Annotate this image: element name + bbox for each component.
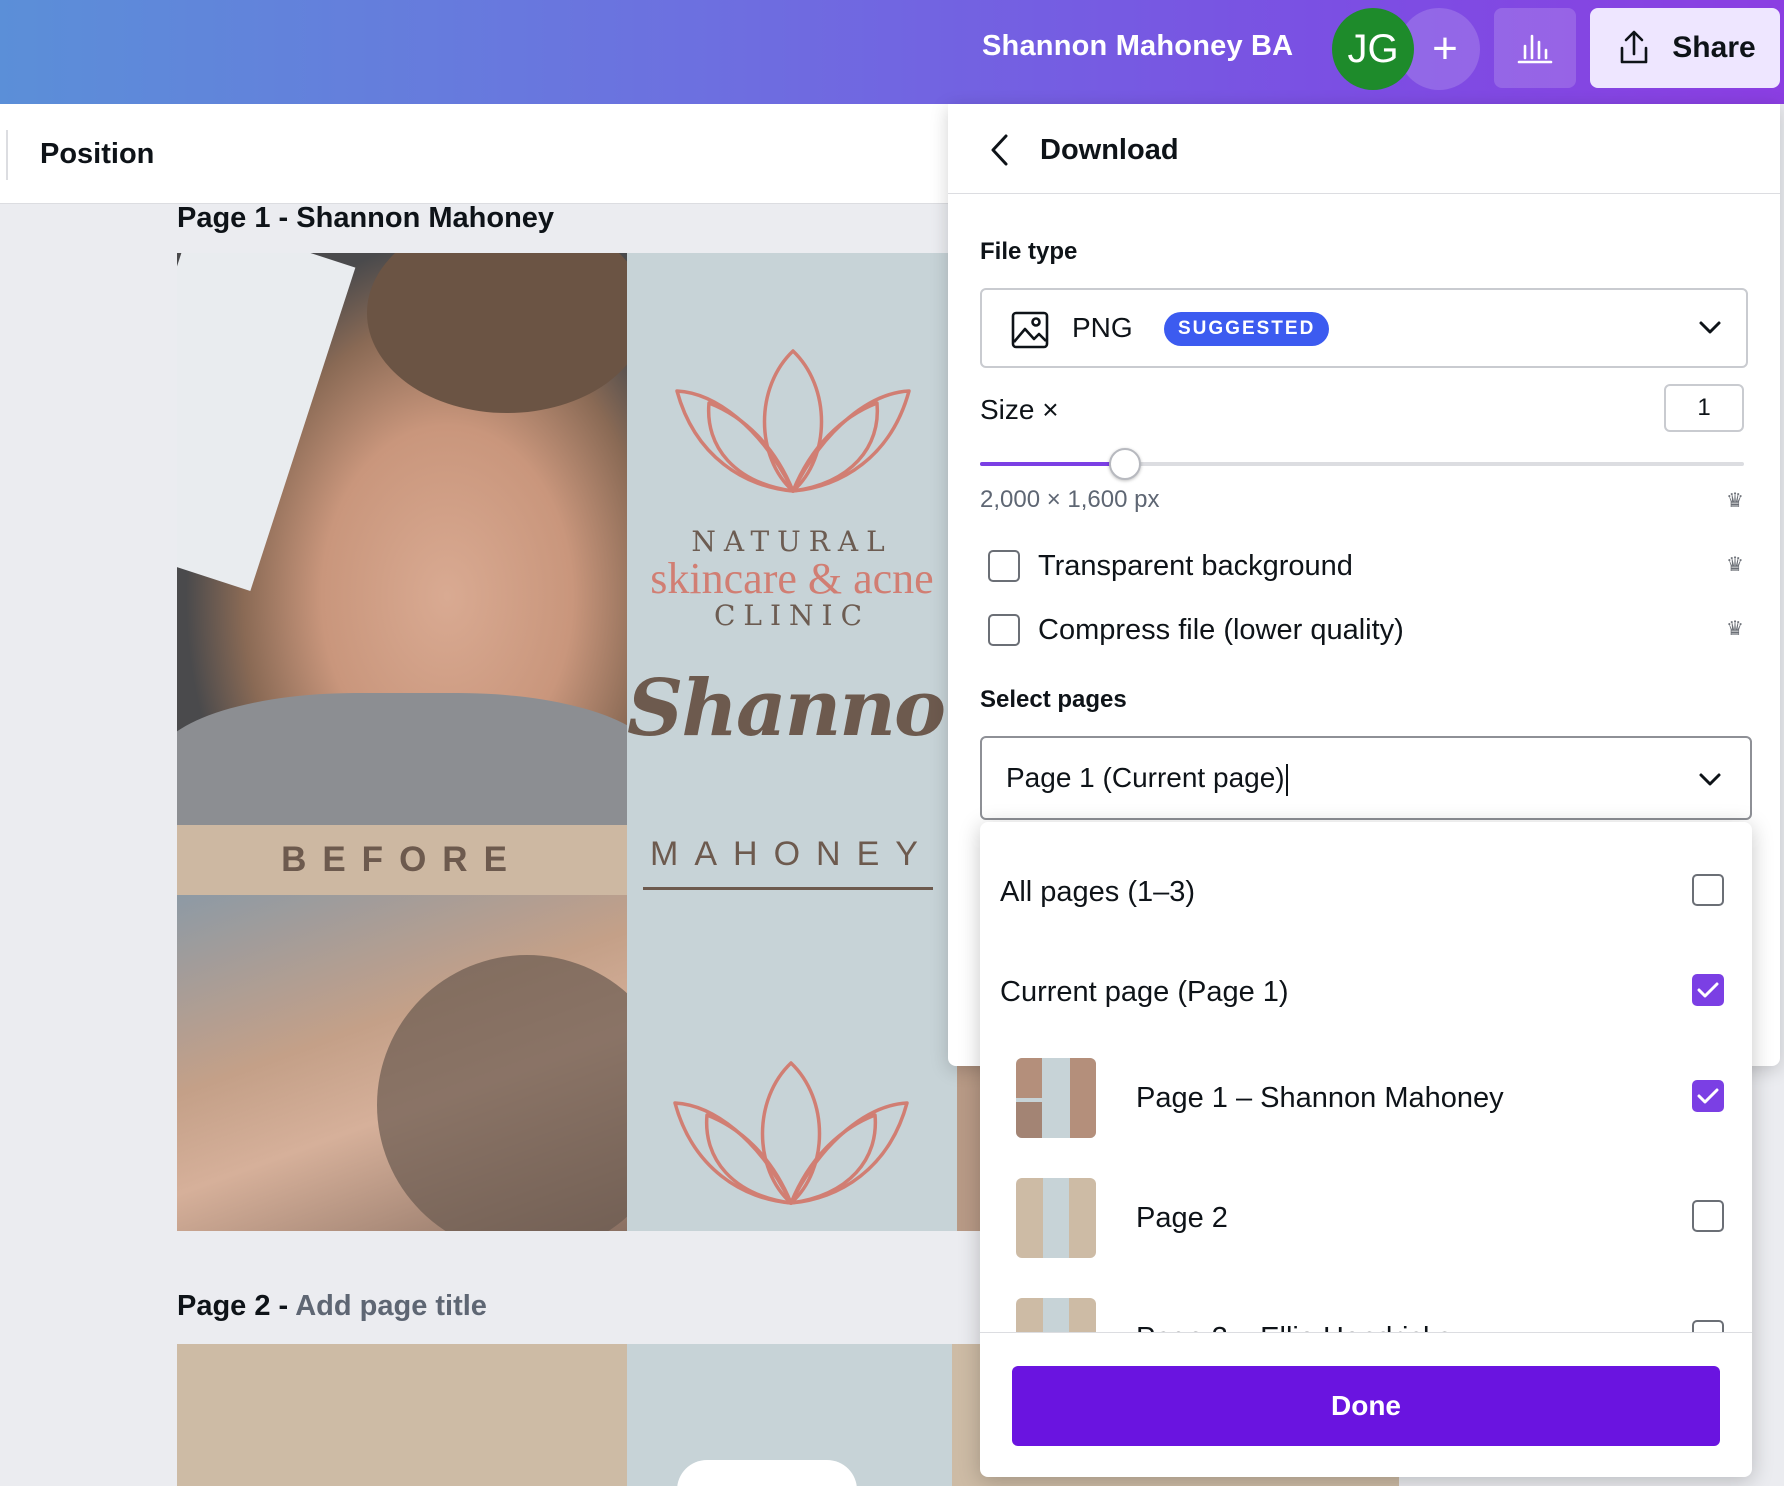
dropdown-item-page-2[interactable]: Page 2	[980, 1168, 1752, 1268]
thumb-photo-top	[1016, 1058, 1042, 1098]
chevron-down-icon	[1699, 773, 1721, 786]
thumb-photo-right	[1070, 1058, 1096, 1138]
dropdown-item-page-1[interactable]: Page 1 – Shannon Mahoney	[980, 1048, 1752, 1148]
clinic-name-line-2: skincare & acne	[650, 554, 934, 603]
thumb-photo-bottom	[1016, 1102, 1042, 1138]
crown-icon: ♛	[1726, 618, 1744, 640]
download-panel-header: Download	[948, 104, 1780, 194]
clinic-name-line-3: CLINIC	[713, 599, 871, 632]
toolbar-divider	[6, 130, 8, 180]
page-2-title-placeholder[interactable]: Add page title	[295, 1290, 487, 1322]
document-title[interactable]: Shannon Mahoney BA	[982, 30, 1293, 63]
size-label: Size ×	[980, 394, 1059, 425]
checkmark-icon	[1697, 1088, 1719, 1104]
select-pages-label: Select pages	[980, 686, 1127, 713]
dropdown-item-page-3[interactable]: Page 3 – Ellie Hendricks	[980, 1288, 1752, 1332]
select-pages-value: Page 1 (Current page)	[1006, 762, 1285, 793]
dropdown-item-label: Page 3 – Ellie Hendricks	[1136, 1322, 1452, 1332]
select-pages-input[interactable]: Page 1 (Current page)	[980, 736, 1752, 820]
dropdown-item-label: All pages (1–3)	[1000, 876, 1196, 908]
size-input[interactable]	[1664, 384, 1744, 432]
crown-icon: ♛	[1726, 490, 1744, 512]
dropdown-item-label: Current page (Page 1)	[1000, 976, 1289, 1008]
transparent-background-label: Transparent background	[1038, 549, 1353, 582]
chevron-down-icon	[1699, 321, 1721, 334]
compress-file-checkbox[interactable]	[988, 614, 1020, 646]
lotus-logo-icon	[673, 1061, 909, 1205]
photo-shadow	[377, 955, 627, 1231]
before-photo[interactable]	[177, 253, 627, 825]
page-3-thumbnail	[1016, 1298, 1096, 1332]
position-button[interactable]: Position	[40, 138, 154, 171]
photo-hair	[367, 253, 627, 413]
context-toolbar: Position	[0, 104, 960, 204]
page-1-canvas[interactable]: BEFORE NATURAL skincare & acne CLINIC Sh…	[177, 253, 1007, 1231]
share-label: Share	[1672, 31, 1756, 64]
transparent-background-checkbox[interactable]	[988, 550, 1020, 582]
client-first-name: Shannon	[627, 663, 1001, 754]
pages-dropdown-list[interactable]: All pages (1–3) Current page (Page 1) Pa…	[980, 822, 1752, 1332]
dropdown-item-all-pages[interactable]: All pages (1–3)	[980, 842, 1752, 942]
checkmark-icon	[1697, 982, 1719, 998]
back-icon[interactable]	[982, 132, 1018, 168]
crown-icon: ♛	[1726, 554, 1744, 576]
file-type-value: PNG	[1072, 312, 1133, 343]
photo-towel	[177, 253, 356, 591]
dropdown-item-checkbox[interactable]	[1692, 1080, 1724, 1112]
size-slider-thumb[interactable]	[1109, 448, 1141, 480]
share-button[interactable]: Share	[1590, 8, 1780, 88]
transparent-background-option[interactable]: Transparent background	[988, 546, 1353, 586]
page-2-title-prefix: Page 2 -	[177, 1290, 296, 1322]
file-type-select[interactable]: PNG SUGGESTED	[980, 288, 1748, 368]
bar-chart-icon	[1517, 34, 1553, 64]
photo-shirt	[177, 693, 627, 825]
download-title: Download	[1040, 134, 1179, 166]
done-button[interactable]: Done	[1012, 1366, 1720, 1446]
size-slider-fill	[980, 462, 1125, 466]
insights-button[interactable]	[1494, 8, 1576, 88]
plus-icon: +	[1432, 24, 1458, 73]
page-2-title[interactable]: Page 2 - Add page title	[177, 1290, 487, 1323]
client-surname: MAHONEY	[650, 835, 934, 873]
after-photo[interactable]	[177, 895, 627, 1231]
dropdown-divider	[980, 1332, 1752, 1333]
size-slider[interactable]	[980, 448, 1744, 480]
dropdown-item-label: Page 1 – Shannon Mahoney	[1136, 1082, 1504, 1114]
pages-dropdown: All pages (1–3) Current page (Page 1) Pa…	[980, 822, 1752, 1477]
dropdown-item-checkbox[interactable]	[1692, 1200, 1724, 1232]
page-1-thumbnail	[1016, 1058, 1096, 1138]
image-icon	[1011, 311, 1049, 349]
select-pages-value-wrap: Page 1 (Current page)	[1006, 762, 1288, 796]
output-dimensions: 2,000 × 1,600 px	[980, 486, 1160, 513]
dropdown-item-checkbox[interactable]	[1692, 974, 1724, 1006]
lotus-logo-icon	[675, 349, 911, 493]
dropdown-item-checkbox[interactable]	[1692, 1320, 1724, 1332]
dropdown-item-checkbox[interactable]	[1692, 874, 1724, 906]
before-label[interactable]: BEFORE	[177, 825, 627, 895]
compress-file-label: Compress file (lower quality)	[1038, 613, 1404, 646]
branding-column[interactable]: NATURAL skincare & acne CLINIC Shannon M…	[627, 253, 1001, 1231]
text-caret	[1285, 763, 1288, 796]
page-2-badge	[677, 1460, 857, 1486]
suggested-badge: SUGGESTED	[1164, 312, 1330, 346]
dropdown-item-current-page[interactable]: Current page (Page 1)	[980, 942, 1752, 1042]
avatar[interactable]: JG	[1332, 8, 1414, 90]
top-bar: Shannon Mahoney BA + JG Share	[0, 0, 1784, 104]
thumb-mid	[1043, 1178, 1069, 1258]
surname-underline	[643, 887, 933, 890]
page-2-thumbnail	[1016, 1178, 1096, 1258]
upload-icon	[1620, 30, 1648, 64]
compress-file-option[interactable]: Compress file (lower quality)	[988, 610, 1404, 650]
page-1-title[interactable]: Page 1 - Shannon Mahoney	[177, 202, 554, 235]
file-type-label: File type	[980, 238, 1078, 265]
dropdown-item-label: Page 2	[1136, 1202, 1228, 1234]
thumb-mid	[1043, 1298, 1069, 1332]
